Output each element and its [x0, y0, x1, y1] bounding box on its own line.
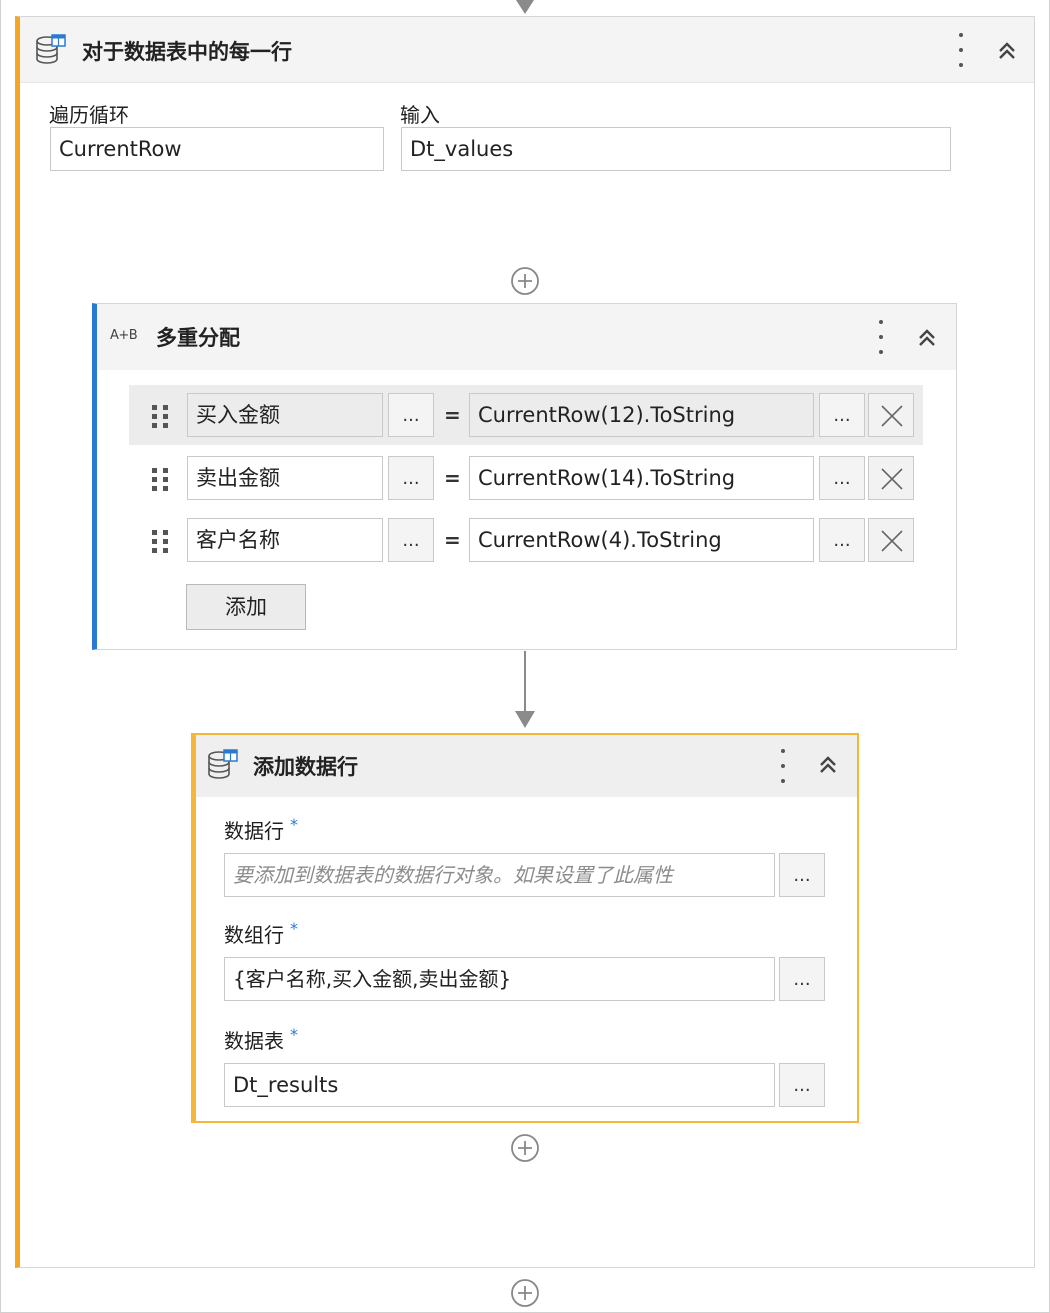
workflow-canvas: 对于数据表中的每一行 遍历循环 CurrentRow 输入 Dt_values …: [0, 0, 1050, 1313]
delete-row-button[interactable]: [868, 518, 914, 562]
value-ellipsis-button[interactable]: ...: [819, 518, 865, 562]
arrayrow-label: 数组行 *: [224, 919, 298, 948]
loop-variable-field[interactable]: CurrentRow: [50, 127, 384, 171]
datarow-field[interactable]: 要添加到数据表的数据行对象。如果设置了此属性: [224, 853, 775, 897]
assign-target-field[interactable]: 买入金额: [187, 393, 383, 437]
connector-arrow-icon: [515, 711, 535, 728]
add-activity-plus-icon[interactable]: [510, 266, 540, 296]
target-ellipsis-button[interactable]: ...: [388, 456, 434, 500]
delete-x-icon: [881, 530, 903, 552]
collapse-chevrons-icon[interactable]: [816, 753, 840, 777]
kebab-menu-icon[interactable]: [877, 320, 885, 354]
assign-target-field[interactable]: 客户名称: [187, 518, 383, 562]
assign-header[interactable]: A+B 多重分配: [97, 304, 956, 370]
delete-x-icon: [881, 468, 903, 490]
loop-label: 遍历循环: [49, 103, 129, 127]
datatable-label: 数据表 *: [224, 1025, 298, 1054]
datatable-icon: [36, 34, 66, 64]
required-mark: *: [290, 1025, 298, 1044]
delete-row-button[interactable]: [868, 456, 914, 500]
foreach-title: 对于数据表中的每一行: [82, 40, 292, 64]
datatable-icon: [208, 749, 238, 779]
delete-row-button[interactable]: [868, 393, 914, 437]
value-ellipsis-button[interactable]: ...: [819, 456, 865, 500]
add-activity-plus-icon[interactable]: [510, 1278, 540, 1308]
required-mark: *: [290, 815, 298, 834]
assign-value-field[interactable]: CurrentRow(14).ToString: [469, 456, 814, 500]
assign-value-field[interactable]: CurrentRow(4).ToString: [469, 518, 814, 562]
input-field[interactable]: Dt_values: [401, 127, 951, 171]
datarow-label: 数据行 *: [224, 815, 298, 844]
assign-value-field[interactable]: CurrentRow(12).ToString: [469, 393, 814, 437]
equals-sign: =: [444, 528, 461, 552]
assign-ab-icon: A+B: [110, 328, 138, 343]
drag-grip-icon[interactable]: [152, 468, 170, 492]
collapse-chevrons-icon[interactable]: [995, 39, 1019, 63]
drag-grip-icon[interactable]: [152, 405, 170, 429]
assign-target-field[interactable]: 卖出金额: [187, 456, 383, 500]
assign-title: 多重分配: [156, 326, 240, 350]
datarow-ellipsis-button[interactable]: ...: [779, 853, 825, 897]
arrayrow-ellipsis-button[interactable]: ...: [779, 957, 825, 1001]
datarow-label-text: 数据行: [224, 819, 284, 843]
input-label: 输入: [400, 103, 440, 127]
delete-x-icon: [881, 405, 903, 427]
datatable-ellipsis-button[interactable]: ...: [779, 1063, 825, 1107]
kebab-menu-icon[interactable]: [779, 749, 787, 783]
add-data-row-activity[interactable]: 添加数据行 数据行 * 要添加到数据表的数据行对象。如果设置了此属性 ... 数组…: [191, 733, 859, 1123]
collapse-chevrons-icon[interactable]: [915, 326, 939, 350]
incoming-arrow-icon: [516, 0, 534, 14]
equals-sign: =: [444, 403, 461, 427]
arrayrow-field[interactable]: {客户名称,买入金额,卖出金额}: [224, 957, 775, 1001]
add-data-row-header[interactable]: 添加数据行: [196, 735, 857, 797]
add-assignment-button[interactable]: 添加: [186, 584, 306, 630]
datatable-field[interactable]: Dt_results: [224, 1063, 775, 1107]
target-ellipsis-button[interactable]: ...: [388, 518, 434, 562]
drag-grip-icon[interactable]: [152, 530, 170, 554]
multiple-assign-activity[interactable]: A+B 多重分配 买入金额 ... = CurrentRow(12).ToStr…: [92, 303, 957, 650]
required-mark: *: [290, 919, 298, 938]
datatable-label-text: 数据表: [224, 1029, 284, 1053]
add-activity-plus-icon[interactable]: [510, 1133, 540, 1163]
value-ellipsis-button[interactable]: ...: [819, 393, 865, 437]
arrayrow-label-text: 数组行: [224, 923, 284, 947]
add-data-row-title: 添加数据行: [253, 755, 358, 779]
kebab-menu-icon[interactable]: [957, 33, 965, 67]
target-ellipsis-button[interactable]: ...: [388, 393, 434, 437]
equals-sign: =: [444, 466, 461, 490]
foreach-header[interactable]: 对于数据表中的每一行: [20, 17, 1034, 83]
connector-line: [524, 651, 526, 713]
